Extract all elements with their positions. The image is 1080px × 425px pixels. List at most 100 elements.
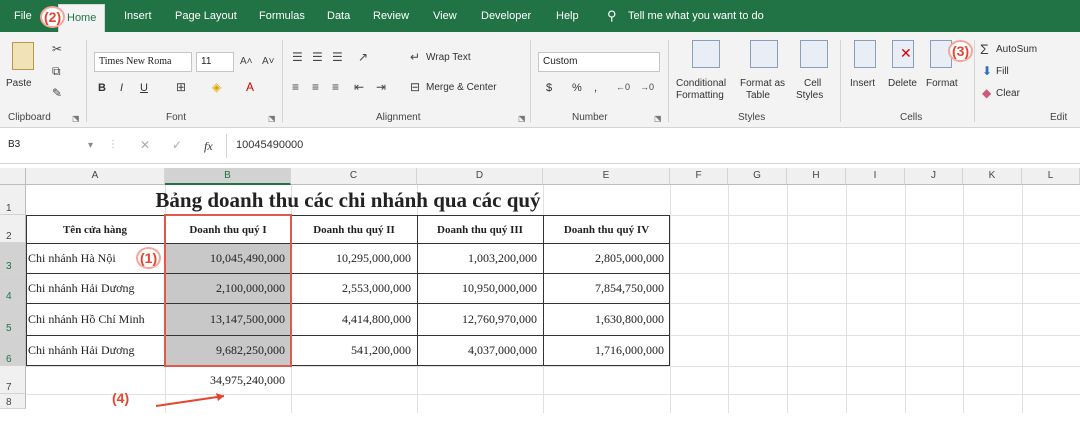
font-name-select[interactable]: Times New Roma: [94, 52, 192, 72]
paste-icon[interactable]: [12, 42, 34, 70]
font-color-icon[interactable]: A: [246, 80, 254, 94]
header-store-name[interactable]: Tên cửa hàng: [26, 215, 164, 245]
shrink-font-icon[interactable]: A˅: [262, 55, 275, 69]
revenue-cell[interactable]: 2,553,000,000: [291, 273, 417, 303]
comma-button[interactable]: ,: [594, 82, 597, 94]
tab-formulas[interactable]: Formulas: [259, 0, 305, 32]
clear-button[interactable]: Clear: [996, 88, 1020, 99]
tab-help[interactable]: Help: [556, 0, 579, 32]
fill-button[interactable]: Fill: [996, 66, 1009, 77]
font-size-select[interactable]: 11: [196, 52, 234, 72]
revenue-cell[interactable]: 7,854,750,000: [543, 273, 670, 303]
column-header-i[interactable]: I: [846, 168, 905, 185]
tab-view[interactable]: View: [433, 0, 457, 32]
revenue-cell[interactable]: 1,716,000,000: [543, 335, 670, 366]
revenue-cell[interactable]: 4,037,000,000: [417, 335, 543, 366]
insert-cells-icon[interactable]: [854, 40, 876, 68]
bottom-align-icon[interactable]: ☰: [332, 50, 343, 64]
tab-review[interactable]: Review: [373, 0, 409, 32]
autosum-button[interactable]: AutoSum: [996, 44, 1037, 55]
increase-decimal-icon[interactable]: ←0: [616, 80, 630, 94]
enter-icon[interactable]: ✓: [172, 138, 182, 152]
header-revenue-q2[interactable]: Doanh thu quý II: [291, 215, 417, 245]
row-header-6[interactable]: 6: [0, 335, 26, 366]
cut-icon[interactable]: ✂: [52, 42, 62, 56]
store-name-cell[interactable]: Chi nhánh Hồ Chí Minh: [26, 303, 165, 335]
header-revenue-q4[interactable]: Doanh thu quý IV: [543, 215, 670, 245]
column-header-c[interactable]: C: [291, 168, 417, 185]
row-header-2[interactable]: 2: [0, 215, 26, 243]
column-header-a[interactable]: A: [26, 168, 165, 185]
wrap-text-icon[interactable]: ↵: [410, 50, 420, 64]
grow-font-icon[interactable]: A˄: [240, 55, 253, 69]
cell-styles-button[interactable]: Cell: [804, 78, 821, 89]
paste-button[interactable]: Paste: [6, 78, 32, 89]
revenue-cell[interactable]: 1,003,200,000: [417, 243, 543, 273]
tab-file[interactable]: File: [14, 0, 32, 32]
format-as-table-button[interactable]: Format as: [740, 78, 785, 89]
fill-icon[interactable]: ⬇: [982, 64, 992, 78]
insert-cells-button[interactable]: Insert: [850, 78, 875, 89]
decrease-decimal-icon[interactable]: →0: [640, 80, 654, 94]
revenue-cell[interactable]: 541,200,000: [291, 335, 417, 366]
tell-me-search[interactable]: Tell me what you want to do: [628, 0, 764, 32]
delete-cells-button[interactable]: Delete: [888, 78, 917, 89]
column-header-k[interactable]: K: [963, 168, 1022, 185]
autosum-icon[interactable]: Σ: [980, 42, 989, 56]
wrap-text-button[interactable]: Wrap Text: [426, 52, 471, 63]
column-header-e[interactable]: E: [543, 168, 670, 185]
tab-home[interactable]: Home: [58, 4, 106, 32]
borders-icon[interactable]: ⊞: [176, 80, 186, 94]
bold-button[interactable]: B: [98, 82, 106, 94]
font-launcher-icon[interactable]: ⬔: [268, 114, 276, 123]
row-header-1[interactable]: 1: [0, 185, 26, 215]
revenue-cell[interactable]: 2,805,000,000: [543, 243, 670, 273]
align-center-icon[interactable]: ≡: [312, 80, 319, 94]
merge-center-button[interactable]: Merge & Center: [426, 82, 497, 93]
header-revenue-q3[interactable]: Doanh thu quý III: [417, 215, 543, 245]
column-header-b[interactable]: B: [165, 168, 291, 185]
conditional-formatting-icon[interactable]: [692, 40, 720, 68]
row-header-5[interactable]: 5: [0, 303, 26, 335]
row-header-8[interactable]: 8: [0, 394, 26, 409]
number-launcher-icon[interactable]: ⬔: [654, 114, 662, 123]
tab-data[interactable]: Data: [327, 0, 350, 32]
row-header-3[interactable]: 3: [0, 243, 26, 273]
column-header-h[interactable]: H: [787, 168, 846, 185]
formula-input[interactable]: 10045490000: [236, 139, 303, 151]
store-name-cell[interactable]: Chi nhánh Hải Dương: [26, 335, 165, 366]
middle-align-icon[interactable]: ☰: [312, 50, 323, 64]
tab-insert[interactable]: Insert: [124, 0, 152, 32]
currency-button[interactable]: $: [546, 82, 552, 94]
revenue-cell[interactable]: 10,295,000,000: [291, 243, 417, 273]
revenue-cell[interactable]: 1,630,800,000: [543, 303, 670, 335]
tab-page-layout[interactable]: Page Layout: [175, 0, 237, 32]
increase-indent-icon[interactable]: ⇥: [376, 80, 386, 94]
cancel-icon[interactable]: ✕: [140, 138, 150, 152]
column-header-l[interactable]: L: [1022, 168, 1080, 185]
underline-button[interactable]: U: [140, 82, 148, 94]
alignment-launcher-icon[interactable]: ⬔: [518, 114, 526, 123]
percent-button[interactable]: %: [572, 82, 582, 94]
orientation-icon[interactable]: ↗: [358, 50, 368, 64]
align-left-icon[interactable]: ≡: [292, 80, 299, 94]
column-header-d[interactable]: D: [417, 168, 543, 185]
number-format-select[interactable]: Custom: [538, 52, 660, 72]
column-header-j[interactable]: J: [905, 168, 963, 185]
revenue-cell[interactable]: 10,950,000,000: [417, 273, 543, 303]
clear-icon[interactable]: ◆: [982, 86, 991, 100]
store-name-cell[interactable]: Chi nhánh Hải Dương: [26, 273, 165, 303]
row-header-7[interactable]: 7: [0, 366, 26, 394]
fill-color-icon[interactable]: ◈: [212, 80, 221, 94]
cell-styles-icon[interactable]: [800, 40, 828, 68]
column-header-g[interactable]: G: [728, 168, 787, 185]
conditional-formatting-button[interactable]: Conditional: [676, 78, 726, 89]
column-header-f[interactable]: F: [670, 168, 728, 185]
row-header-4[interactable]: 4: [0, 273, 26, 303]
revenue-cell[interactable]: 12,760,970,000: [417, 303, 543, 335]
insert-function-button[interactable]: fx: [204, 139, 213, 154]
revenue-cell[interactable]: 4,414,800,000: [291, 303, 417, 335]
italic-button[interactable]: I: [120, 82, 123, 94]
format-painter-icon[interactable]: ✎: [52, 86, 62, 100]
select-all-corner[interactable]: [0, 168, 26, 185]
